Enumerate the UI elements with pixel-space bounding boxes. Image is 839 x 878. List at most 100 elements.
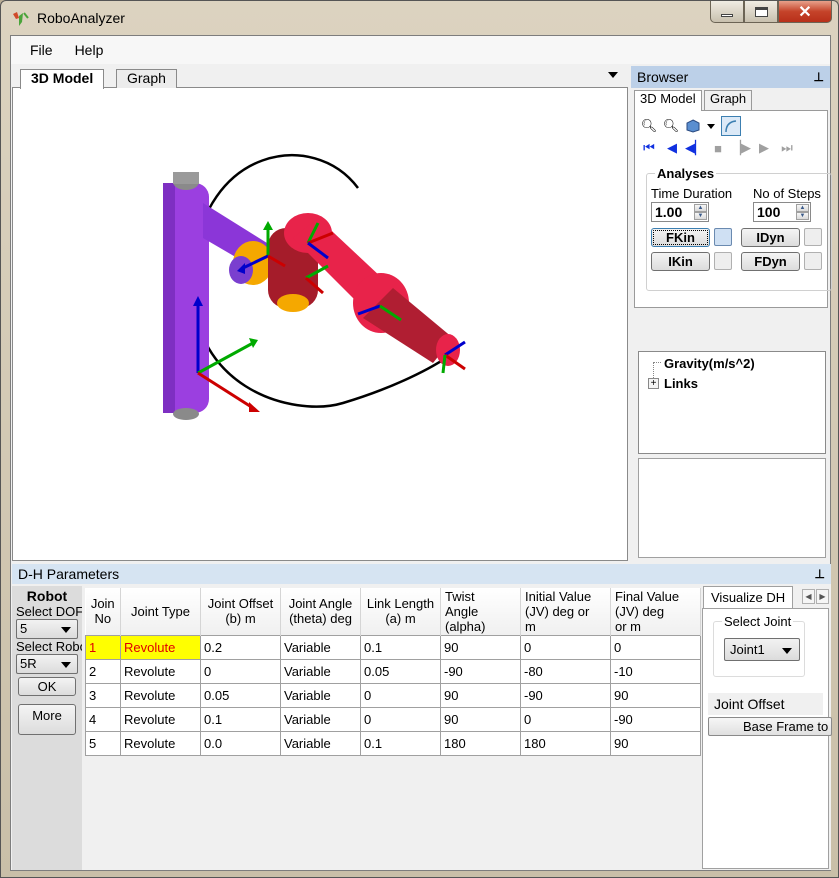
maximize-button[interactable] (744, 1, 778, 23)
header-joint-type[interactable]: Joint Type (120, 588, 201, 635)
table-row[interactable]: 1 Revolute 0.2 Variable 0.1 90 0 0 (85, 634, 701, 660)
table-cell[interactable]: -10 (610, 658, 701, 684)
table-cell[interactable]: 4 (85, 706, 121, 732)
play-back-icon[interactable]: ◀▏ (685, 140, 705, 156)
fkin-button[interactable]: FKin (651, 228, 710, 247)
table-cell[interactable]: 180 (520, 730, 611, 756)
menu-help[interactable]: Help (64, 42, 115, 58)
table-cell[interactable]: 90 (610, 682, 701, 708)
expand-icon[interactable]: + (648, 378, 659, 389)
table-cell[interactable]: 0 (610, 634, 701, 660)
table-cell[interactable]: 3 (85, 682, 121, 708)
save-fkin-icon[interactable] (714, 228, 732, 246)
table-cell[interactable]: 0.2 (200, 634, 281, 660)
spin-up-icon[interactable]: ▲ (796, 204, 809, 212)
table-cell[interactable]: 2 (85, 658, 121, 684)
last-frame-icon[interactable]: ⏭ (779, 140, 795, 156)
browser-tab-3d-model[interactable]: 3D Model (634, 90, 702, 111)
table-cell[interactable]: -90 (610, 706, 701, 732)
dof-select[interactable]: 5 (16, 619, 78, 639)
table-cell[interactable]: Variable (280, 682, 361, 708)
table-cell[interactable]: Revolute (120, 730, 201, 756)
table-cell[interactable]: 90 (440, 706, 521, 732)
table-cell[interactable]: Revolute (120, 682, 201, 708)
table-cell[interactable]: 0 (360, 706, 441, 732)
close-button[interactable]: ✕ (778, 1, 832, 23)
table-cell[interactable]: 0 (200, 658, 281, 684)
idyn-button[interactable]: IDyn (741, 228, 800, 247)
minimize-button[interactable] (710, 1, 744, 23)
header-initial-value[interactable]: Initial Value (JV) deg or m (520, 588, 611, 635)
menu-file[interactable]: File (19, 42, 64, 58)
play-icon[interactable]: ▕▶ (731, 140, 751, 156)
table-cell[interactable]: 0.1 (360, 730, 441, 756)
table-cell[interactable]: 180 (440, 730, 521, 756)
steps-input[interactable]: 100 ▲ ▼ (753, 202, 811, 222)
table-row[interactable]: 2 Revolute 0 Variable 0.05 -90 -80 -10 (85, 658, 701, 684)
tree-item-gravity[interactable]: Gravity(m/s^2) (664, 356, 755, 371)
view-cube-icon[interactable] (685, 118, 701, 134)
table-cell[interactable]: 0.05 (200, 682, 281, 708)
table-row[interactable]: 4 Revolute 0.1 Variable 0 90 0 -90 (85, 706, 701, 732)
table-cell[interactable]: 0 (520, 634, 611, 660)
table-cell[interactable]: 90 (610, 730, 701, 756)
fdyn-button[interactable]: FDyn (741, 252, 800, 271)
tab-scroll-right-icon[interactable]: ▶ (816, 589, 829, 604)
table-cell[interactable]: 0 (520, 706, 611, 732)
table-row[interactable]: 3 Revolute 0.05 Variable 0 90 -90 90 (85, 682, 701, 708)
table-cell[interactable]: Revolute (120, 706, 201, 732)
table-cell[interactable]: 90 (440, 634, 521, 660)
table-cell[interactable]: 90 (440, 682, 521, 708)
table-cell[interactable]: 0.05 (360, 658, 441, 684)
header-final-value[interactable]: Final Value (JV) deg or m (610, 588, 701, 635)
3d-viewport[interactable] (12, 88, 628, 561)
joint-select[interactable]: Joint1 (724, 638, 800, 661)
pin-icon[interactable]: ⊥ (815, 567, 825, 581)
header-joint-offset[interactable]: Joint Offset (b) m (200, 588, 281, 635)
trajectory-icon[interactable] (721, 116, 741, 136)
first-frame-icon[interactable]: ⏮ (641, 140, 657, 156)
table-cell[interactable]: 0.1 (360, 634, 441, 660)
time-duration-input[interactable]: 1.00 ▲ ▼ (651, 202, 709, 222)
zoom-in-icon[interactable]: 🔍︎ (641, 118, 658, 134)
tab-scroll-left-icon[interactable]: ◀ (802, 589, 815, 604)
dropdown-icon[interactable] (707, 118, 715, 134)
table-cell[interactable]: Variable (280, 634, 361, 660)
browser-tab-graph[interactable]: Graph (704, 90, 753, 110)
tree-item-links[interactable]: Links (664, 376, 698, 391)
header-joint-no[interactable]: Join No (85, 588, 121, 635)
header-twist-angle[interactable]: Twist Angle (alpha) (440, 588, 521, 635)
table-cell[interactable]: Variable (280, 706, 361, 732)
table-cell[interactable]: 5 (85, 730, 121, 756)
spin-down-icon[interactable]: ▼ (694, 212, 707, 220)
table-cell[interactable]: -90 (520, 682, 611, 708)
zoom-out-icon[interactable]: 🔍︎ (663, 118, 680, 134)
table-cell[interactable]: 0.1 (200, 706, 281, 732)
table-cell[interactable]: -90 (440, 658, 521, 684)
tab-graph[interactable]: Graph (116, 69, 177, 88)
tab-visualize-dh[interactable]: Visualize DH (703, 586, 794, 608)
table-cell[interactable]: Revolute (120, 658, 201, 684)
base-frame-button[interactable]: Base Frame to (708, 717, 832, 736)
step-forward-icon[interactable]: ▶ (756, 140, 772, 156)
header-joint-angle[interactable]: Joint Angle (theta) deg (280, 588, 361, 635)
table-row[interactable]: 5 Revolute 0.0 Variable 0.1 180 180 90 (85, 730, 701, 756)
tab-list-dropdown-icon[interactable] (608, 72, 618, 78)
spin-up-icon[interactable]: ▲ (694, 204, 707, 212)
ok-button[interactable]: OK (18, 677, 76, 696)
spin-down-icon[interactable]: ▼ (796, 212, 809, 220)
robot-select[interactable]: 5R (16, 654, 78, 674)
table-cell[interactable]: -80 (520, 658, 611, 684)
table-cell[interactable]: 0 (360, 682, 441, 708)
stop-icon[interactable]: ■ (710, 140, 726, 156)
more-button[interactable]: More (18, 704, 76, 735)
ikin-button[interactable]: IKin (651, 252, 710, 271)
step-back-icon[interactable]: ◀ (664, 140, 680, 156)
tab-3d-model[interactable]: 3D Model (20, 69, 105, 89)
table-cell[interactable]: Revolute (120, 634, 201, 660)
table-cell[interactable]: Variable (280, 730, 361, 756)
header-link-length[interactable]: Link Length (a) m (360, 588, 441, 635)
pin-icon[interactable]: ⊥ (814, 70, 824, 84)
table-cell[interactable]: 0.0 (200, 730, 281, 756)
table-cell[interactable]: Variable (280, 658, 361, 684)
